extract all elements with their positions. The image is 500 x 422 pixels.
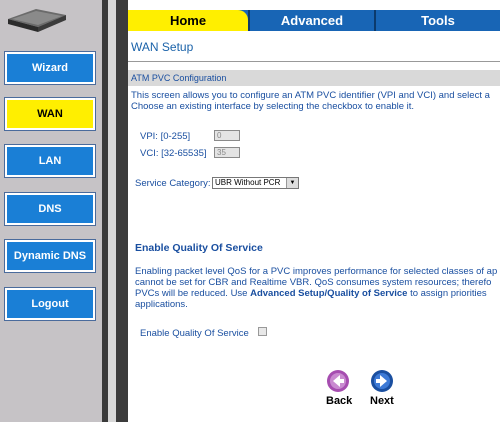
- qos-text-line-3-end: to assign priorities: [407, 288, 487, 299]
- sidebar-divider-light: [108, 0, 116, 422]
- next-button[interactable]: Next: [370, 395, 394, 407]
- vpi-label: VPI: [0-255]: [140, 131, 191, 142]
- qos-text-line-3-start: PVCs will be reduced. Use: [135, 288, 251, 299]
- vci-label: VCI: [32-65535]: [140, 148, 207, 159]
- tab-tools[interactable]: Tools: [376, 10, 500, 31]
- back-arrow-icon[interactable]: [326, 369, 350, 393]
- sidebar-item-wan[interactable]: WAN: [4, 97, 96, 131]
- qos-advanced-link[interactable]: Advanced Setup/Quality of Service: [250, 288, 407, 299]
- sidebar: Wizard WAN LAN DNS Dynamic DNS Logout: [0, 0, 102, 422]
- sidebar-item-lan[interactable]: LAN: [4, 144, 96, 178]
- qos-text-line-2: cannot be set for CBR and Realtime VBR. …: [135, 277, 492, 288]
- vci-input[interactable]: 35: [214, 147, 240, 158]
- title-divider: [128, 61, 500, 62]
- page-title: WAN Setup: [131, 40, 194, 54]
- next-arrow-icon[interactable]: [370, 369, 394, 393]
- intro-text-line-2: Choose an existing interface by selectin…: [131, 101, 415, 112]
- sidebar-item-logout[interactable]: Logout: [4, 287, 96, 321]
- service-category-value: UBR Without PCR: [215, 178, 281, 187]
- qos-checkbox[interactable]: [258, 327, 267, 336]
- router-logo-icon: [8, 9, 66, 32]
- qos-text-line-3: PVCs will be reduced. Use Advanced Setup…: [135, 288, 487, 299]
- sidebar-divider-dark: [116, 0, 128, 422]
- back-button[interactable]: Back: [326, 395, 352, 407]
- tab-advanced[interactable]: Advanced: [250, 10, 374, 31]
- sidebar-item-wizard[interactable]: Wizard: [4, 51, 96, 85]
- vpi-input[interactable]: 0: [214, 130, 240, 141]
- qos-heading: Enable Quality Of Service: [135, 242, 263, 254]
- sidebar-item-dns[interactable]: DNS: [4, 192, 96, 226]
- qos-checkbox-label: Enable Quality Of Service: [140, 328, 249, 339]
- qos-text-line-1: Enabling packet level QoS for a PVC impr…: [135, 266, 498, 277]
- section-header: ATM PVC Configuration: [131, 73, 227, 83]
- qos-text-line-4: applications.: [135, 299, 188, 310]
- tab-bar: Home Advanced Tools: [128, 10, 500, 31]
- sidebar-item-dynamic-dns[interactable]: Dynamic DNS: [4, 239, 96, 273]
- service-category-select[interactable]: UBR Without PCR ▼: [212, 177, 299, 189]
- chevron-down-icon: ▼: [286, 178, 298, 188]
- intro-text-line-1: This screen allows you to configure an A…: [131, 90, 490, 101]
- tab-home[interactable]: Home: [128, 10, 248, 31]
- service-category-label: Service Category:: [135, 178, 211, 189]
